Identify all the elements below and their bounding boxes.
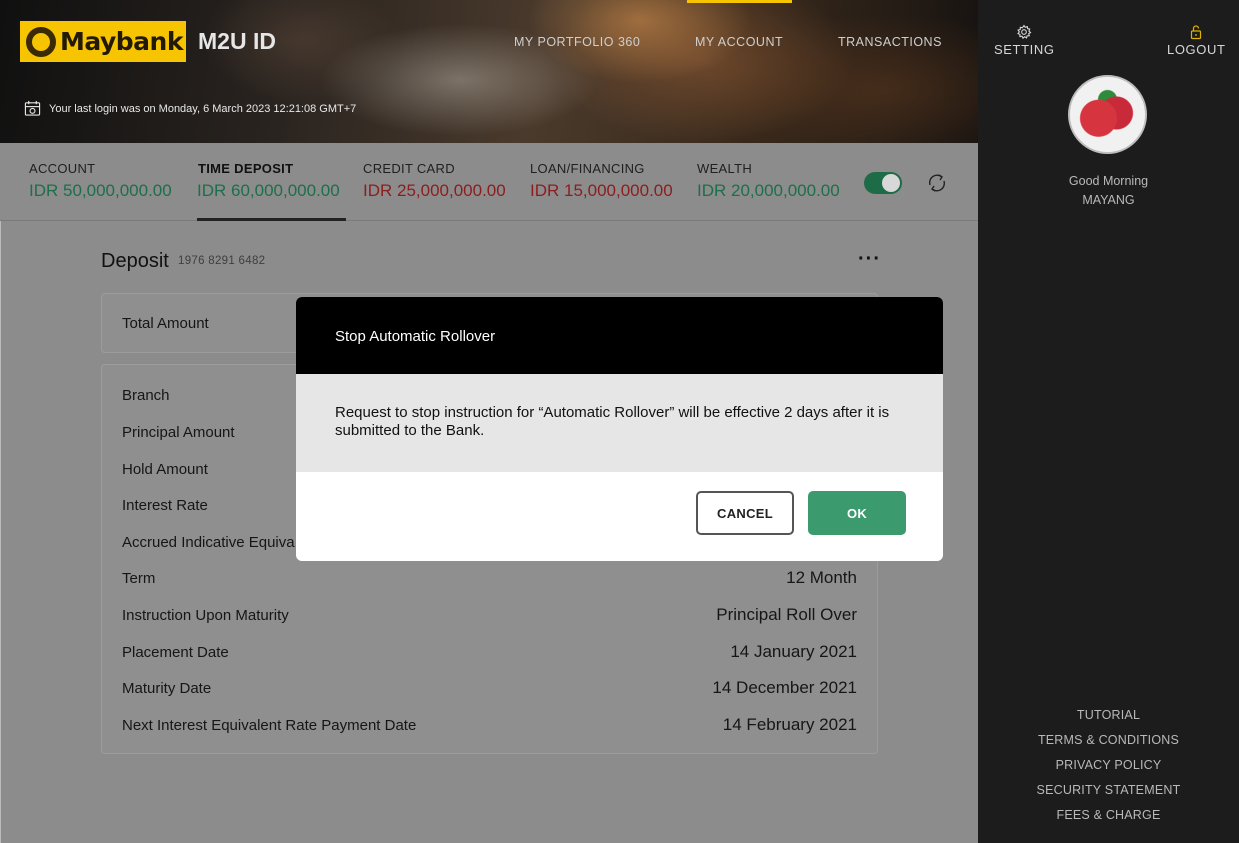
account-tab-account[interactable]: ACCOUNT IDR 50,000,000.00	[29, 161, 172, 201]
detail-label: Accrued Indicative Equiva	[122, 533, 295, 551]
nav-my-account[interactable]: MY ACCOUNT	[695, 35, 783, 49]
detail-value: 14 December 2021	[712, 678, 857, 697]
footer-link-security[interactable]: SECURITY STATEMENT	[978, 778, 1239, 803]
last-login-info: Your last login was on Monday, 6 March 2…	[24, 100, 356, 117]
detail-label: Instruction Upon Maturity	[122, 606, 289, 624]
total-amount-label: Total Amount	[122, 314, 209, 332]
detail-row: Next Interest Equivalent Rate Payment Da…	[122, 713, 857, 737]
deposit-account-number: 1976 8291 6482	[178, 255, 266, 267]
detail-label: Hold Amount	[122, 460, 208, 478]
footer-link-terms[interactable]: TERMS & CONDITIONS	[978, 728, 1239, 753]
account-tab-wealth[interactable]: WEALTH IDR 20,000,000.00	[697, 161, 840, 201]
detail-row: Placement Date 14 January 2021	[122, 640, 857, 664]
deposit-title: Deposit	[101, 250, 169, 272]
account-tab-value: IDR 20,000,000.00	[697, 181, 840, 200]
tiger-emblem-icon	[26, 26, 56, 57]
maybank-logo[interactable]: Maybank	[20, 21, 186, 62]
last-login-text: Your last login was on Monday, 6 March 2…	[49, 102, 357, 115]
footer-link-privacy[interactable]: PRIVACY POLICY	[978, 753, 1239, 778]
detail-label: Next Interest Equivalent Rate Payment Da…	[122, 716, 417, 734]
detail-value: 12 Month	[786, 568, 857, 587]
lock-icon	[1191, 25, 1202, 40]
logo-text: Maybank	[60, 27, 183, 56]
detail-label: Placement Date	[122, 643, 229, 661]
detail-label: Branch	[122, 386, 170, 404]
account-tab-label: ACCOUNT	[29, 161, 96, 176]
cancel-button[interactable]: CANCEL	[696, 491, 794, 535]
dialog-message: Request to stop instruction for “Automat…	[296, 374, 943, 472]
active-nav-indicator	[687, 0, 792, 3]
gear-icon	[1017, 24, 1032, 40]
account-tab-value: IDR 25,000,000.00	[363, 181, 506, 200]
avatar[interactable]	[1068, 75, 1147, 154]
nav-transactions[interactable]: TRANSACTIONS	[838, 35, 942, 49]
detail-value: 14 February 2021	[722, 715, 857, 734]
setting-button[interactable]: SETTING	[994, 24, 1055, 57]
account-tab-credit-card[interactable]: CREDIT CARD IDR 25,000,000.00	[363, 161, 506, 201]
stop-rollover-dialog: Stop Automatic Rollover Request to stop …	[296, 297, 943, 561]
calendar-icon	[24, 100, 41, 116]
account-tab-loan-financing[interactable]: LOAN/FINANCING IDR 15,000,000.00	[530, 161, 673, 201]
account-tab-label: LOAN/FINANCING	[530, 161, 645, 176]
account-tab-value: IDR 15,000,000.00	[530, 181, 673, 200]
dialog-title: Stop Automatic Rollover	[296, 297, 943, 374]
detail-row: Term 12 Month	[122, 566, 857, 590]
balance-visibility-toggle[interactable]	[864, 172, 902, 194]
account-tab-value: IDR 60,000,000.00	[197, 181, 340, 200]
right-sidebar: SETTING LOGOUT Good Morning MAYANG TUTOR…	[978, 0, 1239, 843]
ok-button[interactable]: OK	[808, 491, 906, 535]
account-tab-value: IDR 50,000,000.00	[29, 181, 172, 200]
detail-row: Maturity Date 14 December 2021	[122, 676, 857, 700]
logout-label: LOGOUT	[1167, 42, 1226, 57]
setting-label: SETTING	[994, 42, 1055, 57]
logout-button[interactable]: LOGOUT	[1167, 24, 1226, 57]
detail-label: Interest Rate	[122, 496, 208, 514]
detail-value: 14 January 2021	[730, 642, 857, 661]
refresh-icon[interactable]	[924, 170, 950, 196]
account-tab-label: TIME DEPOSIT	[198, 161, 294, 176]
account-tab-label: CREDIT CARD	[363, 161, 455, 176]
footer-links: TUTORIAL TERMS & CONDITIONS PRIVACY POLI…	[978, 703, 1239, 828]
detail-row: Instruction Upon Maturity Principal Roll…	[122, 603, 857, 627]
account-tab-label: WEALTH	[697, 161, 753, 176]
more-options-icon[interactable]: ···	[858, 248, 881, 271]
detail-label: Principal Amount	[122, 423, 235, 441]
greeting-block: Good Morning MAYANG	[978, 172, 1239, 210]
footer-link-tutorial[interactable]: TUTORIAL	[978, 703, 1239, 728]
product-name: M2U ID	[198, 28, 276, 54]
user-name: MAYANG	[1082, 193, 1135, 207]
nav-my-portfolio[interactable]: MY PORTFOLIO 360	[514, 35, 640, 49]
greeting-text: Good Morning	[1068, 174, 1149, 188]
footer-link-fees[interactable]: FEES & CHARGE	[978, 803, 1239, 828]
detail-value: Principal Roll Over	[716, 605, 857, 624]
account-summary-bar: ACCOUNT IDR 50,000,000.00 TIME DEPOSIT I…	[0, 143, 978, 221]
account-tab-time-deposit[interactable]: TIME DEPOSIT IDR 60,000,000.00	[197, 161, 340, 201]
detail-label: Term	[122, 569, 156, 587]
detail-label: Maturity Date	[122, 679, 212, 697]
